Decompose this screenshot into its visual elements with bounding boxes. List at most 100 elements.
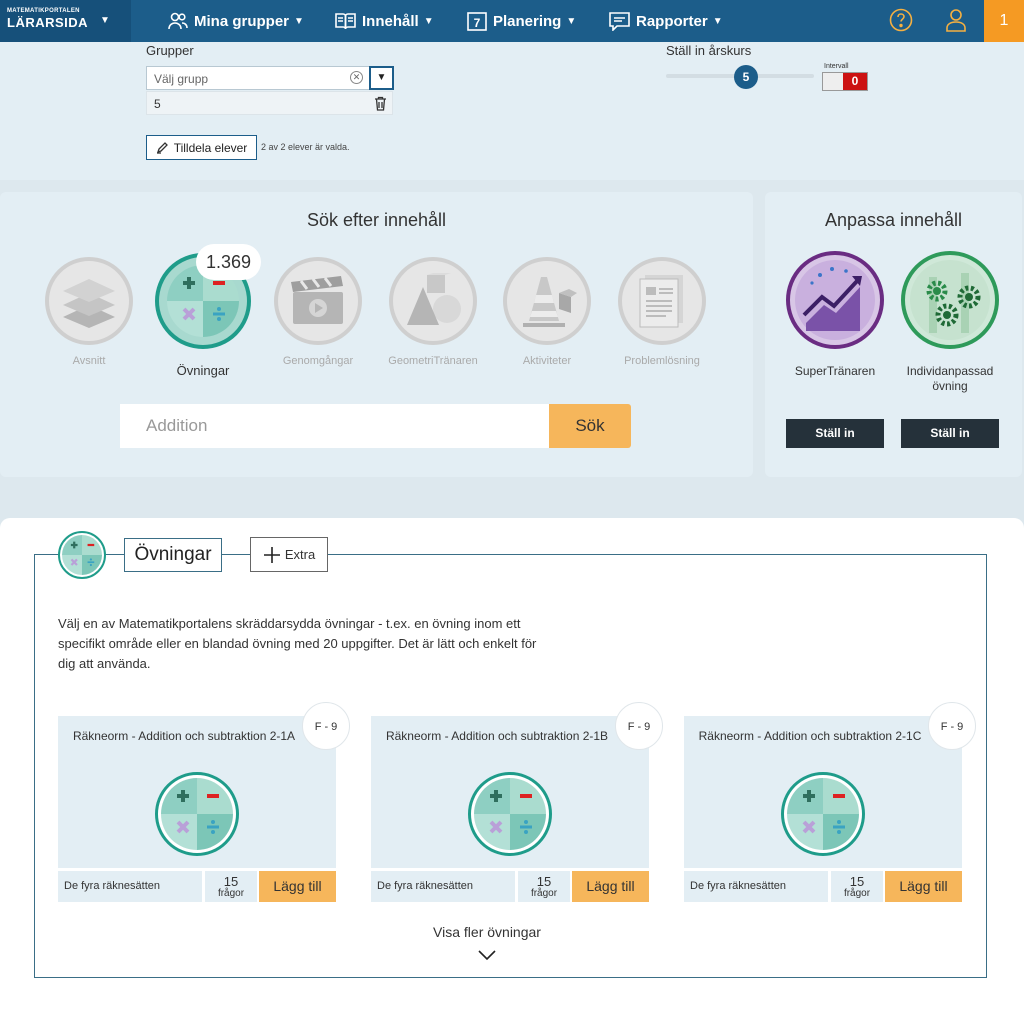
- grade-label: Ställ in årskurs: [666, 43, 752, 58]
- supertranaren-setup-button[interactable]: Ställ in: [786, 419, 884, 448]
- exercise-card-count-value: 15: [223, 874, 239, 889]
- adapt-panel-title: Anpassa innehåll: [824, 210, 963, 230]
- extra-button-label: Extra: [284, 547, 316, 562]
- search-panel-title: Sök efter innehåll: [306, 210, 447, 230]
- exercise-card-title: Räkneorm - Addition och subtraktion 2-1B: [385, 729, 609, 743]
- selected-group-value: 5: [154, 97, 161, 111]
- exercise-card-count-unit: frågor: [843, 888, 871, 899]
- notification-badge[interactable]: 1: [984, 0, 1024, 42]
- nav-innehall[interactable]: Innehåll ▼: [335, 0, 434, 42]
- add-exercise-button[interactable]: Lägg till: [572, 871, 649, 902]
- math-operations-icon: [474, 778, 546, 850]
- nav-mina-grupper-label: Mina grupper: [194, 12, 290, 30]
- book-icon: [335, 13, 356, 30]
- help-icon[interactable]: [889, 8, 913, 32]
- math-operations-icon: [62, 535, 102, 575]
- interval-toggle[interactable]: 0: [822, 72, 868, 91]
- nav-innehall-label: Innehåll: [362, 12, 419, 30]
- caret-down-icon: ▼: [423, 15, 434, 27]
- individanpassad-tile[interactable]: [901, 251, 999, 349]
- exercise-card-title: Räkneorm - Addition och subtraktion 2-1C: [698, 729, 922, 743]
- caret-down-icon: ▼: [712, 15, 723, 27]
- users-icon: [168, 12, 188, 30]
- exercise-card[interactable]: Räkneorm - Addition och subtraktion 2-1B…: [371, 702, 663, 902]
- individanpassad-setup-button[interactable]: Ställ in: [901, 419, 999, 448]
- selected-group-row: 5: [146, 91, 393, 115]
- exercise-card-category: De fyra räknesätten: [371, 871, 515, 902]
- exercise-card-count: 15 frågor: [831, 871, 883, 902]
- interval-label: Intervall: [824, 63, 849, 70]
- results-description: Välj en av Matematikportalens skräddarsy…: [58, 616, 537, 671]
- layers-icon: [63, 279, 115, 328]
- category-aktiviteter[interactable]: Aktiviteter: [497, 257, 597, 367]
- plus-icon: [263, 546, 280, 563]
- logo-big-text: LÄRARSIDA: [7, 15, 89, 30]
- grade-slider-knob[interactable]: 5: [734, 65, 758, 89]
- category-geometritranaren[interactable]: GeometriTränaren: [383, 257, 483, 367]
- caret-down-icon: ▼: [294, 15, 304, 27]
- exercise-card[interactable]: Räkneorm - Addition och subtraktion 2-1A…: [58, 702, 350, 902]
- nav-rapporter-label: Rapporter: [636, 12, 708, 30]
- result-count-badge: 1.369: [196, 244, 261, 280]
- category-genomgangar-label: Genomgångar: [282, 355, 354, 367]
- exercise-card-count: 15 frågor: [518, 871, 570, 902]
- clear-icon[interactable]: ✕: [350, 71, 363, 84]
- user-icon[interactable]: [945, 8, 967, 32]
- show-more-button[interactable]: Visa fler övningar: [387, 924, 587, 940]
- clapperboard-icon: [291, 276, 343, 324]
- nav-planering-label: Planering: [493, 12, 562, 30]
- nav-planering[interactable]: 7 Planering ▼: [467, 0, 576, 42]
- add-exercise-button[interactable]: Lägg till: [259, 871, 336, 902]
- category-avsnitt-label: Avsnitt: [72, 355, 106, 367]
- supertranaren-label: SuperTränaren: [794, 364, 876, 378]
- trend-chart-icon: [795, 260, 875, 340]
- exercise-card-category: De fyra räknesätten: [684, 871, 828, 902]
- exercise-card-count-unit: frågor: [217, 888, 245, 899]
- group-select[interactable]: Välj grupp ✕ ▼: [146, 66, 394, 90]
- category-problemlosning[interactable]: Problemlösning: [612, 257, 712, 367]
- exercise-card-grade: F - 9: [615, 702, 663, 750]
- assign-students-button[interactable]: Tilldela elever: [146, 135, 257, 160]
- top-nav: MATEMATIKPORTALEN LÄRARSIDA ▼ Mina grupp…: [0, 0, 1024, 42]
- logo-small-text: MATEMATIKPORTALEN: [7, 8, 80, 14]
- math-operations-icon: [787, 778, 859, 850]
- dropdown-button[interactable]: ▼: [369, 66, 394, 90]
- exercise-card[interactable]: Räkneorm - Addition och subtraktion 2-1C…: [684, 702, 976, 902]
- cone-icon: [523, 277, 577, 327]
- search-button[interactable]: Sök: [549, 404, 631, 448]
- svg-text:7: 7: [474, 16, 481, 30]
- individanpassad-label: Individanpassad övning: [906, 364, 994, 393]
- document-icon: [639, 275, 683, 328]
- groups-label: Grupper: [146, 43, 194, 58]
- caret-down-icon: ▼: [566, 15, 577, 27]
- category-problemlosning-label: Problemlösning: [624, 355, 700, 367]
- category-genomgangar[interactable]: Genomgångar: [268, 257, 368, 367]
- logo[interactable]: MATEMATIKPORTALEN LÄRARSIDA ▼: [0, 0, 131, 42]
- add-exercise-button[interactable]: Lägg till: [885, 871, 962, 902]
- results-category-icon: [58, 531, 106, 579]
- caret-down-icon[interactable]: ▼: [100, 15, 110, 26]
- exercise-card-count-value: 15: [849, 874, 865, 889]
- extra-button[interactable]: Extra: [250, 537, 328, 572]
- category-aktiviteter-label: Aktiviteter: [522, 355, 572, 367]
- chevron-down-icon[interactable]: [477, 948, 497, 962]
- exercise-card-count-value: 15: [536, 874, 552, 889]
- supertranaren-tile[interactable]: [786, 251, 884, 349]
- nav-rapporter[interactable]: Rapporter ▼: [609, 0, 723, 42]
- exercise-card-count: 15 frågor: [205, 871, 257, 902]
- category-ovningar-label: Övningar: [176, 363, 230, 378]
- results-title: Övningar: [124, 538, 222, 572]
- gears-icon: [910, 260, 990, 340]
- search-input[interactable]: Addition: [120, 404, 550, 448]
- exercise-card-category: De fyra räknesätten: [58, 871, 202, 902]
- geometry-shapes-icon: [407, 273, 461, 325]
- exercise-card-grade: F - 9: [302, 702, 350, 750]
- calendar-icon: 7: [467, 12, 487, 31]
- interval-toggle-value: 0: [843, 73, 867, 90]
- category-avsnitt[interactable]: Avsnitt: [39, 257, 139, 367]
- message-icon: [609, 11, 630, 31]
- assign-info-text: 2 av 2 elever är valda.: [261, 142, 350, 152]
- trash-icon[interactable]: [374, 96, 387, 111]
- pencil-icon: [156, 142, 168, 154]
- nav-mina-grupper[interactable]: Mina grupper ▼: [168, 0, 304, 42]
